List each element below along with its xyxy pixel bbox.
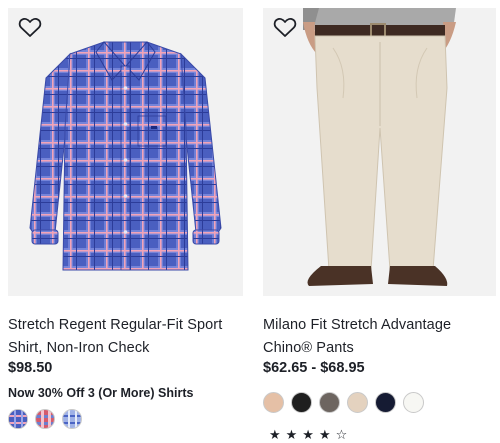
swatch-red-blue-check[interactable]: [35, 409, 55, 429]
color-swatches: [8, 409, 82, 429]
swatch-gray[interactable]: [319, 392, 340, 413]
heart-outline-icon[interactable]: [273, 16, 297, 38]
product-image-shirt[interactable]: [8, 8, 243, 296]
product-image-chinos[interactable]: [263, 8, 496, 296]
product-promo: Now 30% Off 3 (Or More) Shirts: [8, 386, 194, 400]
swatch-navy[interactable]: [375, 392, 396, 413]
product-price: $62.65 - $68.95: [263, 360, 365, 376]
color-swatches: [263, 392, 424, 413]
swatch-blue-pink-check[interactable]: [8, 409, 28, 429]
plaid-shirt-illustration: [29, 41, 222, 271]
swatch-stone[interactable]: [347, 392, 368, 413]
heart-outline-icon[interactable]: [18, 16, 42, 38]
product-title[interactable]: Stretch Regent Regular-Fit Sport Shirt, …: [8, 314, 243, 360]
product-title[interactable]: Milano Fit Stretch Advantage Chino® Pant…: [263, 314, 496, 360]
swatch-black[interactable]: [291, 392, 312, 413]
swatch-tan[interactable]: [263, 392, 284, 413]
product-price: $98.50: [8, 360, 53, 376]
swatch-light-blue-check[interactable]: [62, 409, 82, 429]
chino-pants-illustration: [303, 8, 456, 286]
rating-stars[interactable]: ★★★★☆: [269, 427, 352, 443]
product-card-chinos[interactable]: Milano Fit Stretch Advantage Chino® Pant…: [263, 8, 496, 442]
product-card-shirt[interactable]: Stretch Regent Regular-Fit Sport Shirt, …: [8, 8, 243, 429]
swatch-white[interactable]: [403, 392, 424, 413]
